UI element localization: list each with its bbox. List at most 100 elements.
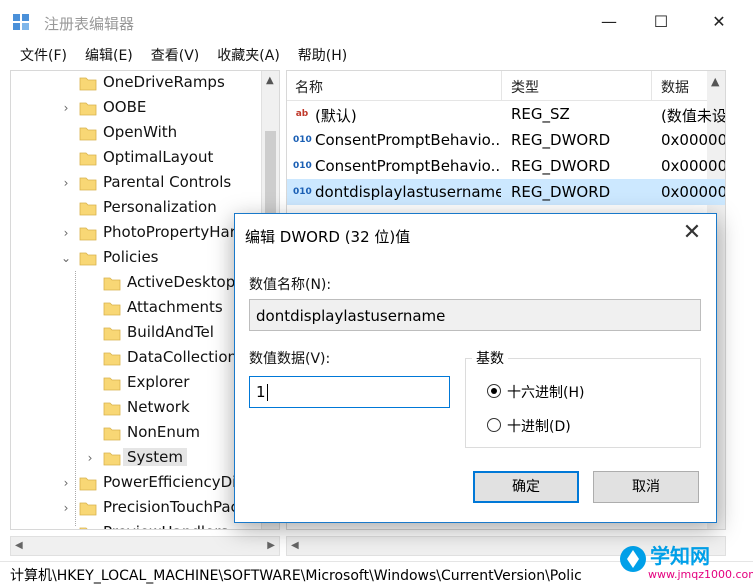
tree-item[interactable]: ⌄ Policies (11, 246, 271, 271)
tree-item[interactable]: › Parental Controls (11, 171, 271, 196)
tree-expander-icon[interactable]: › (59, 226, 73, 240)
folder-icon (103, 377, 121, 391)
watermark-name: 学知网 (650, 544, 710, 568)
tree-expander-icon[interactable] (59, 526, 73, 529)
list-row[interactable]: ab (默认) REG_SZ (数值未设 (287, 101, 725, 127)
tree-expander-icon[interactable] (83, 351, 97, 365)
tree-item[interactable]: DataCollection (11, 346, 271, 371)
tree-item[interactable]: Network (11, 396, 271, 421)
column-separator[interactable] (501, 71, 502, 101)
column-data[interactable]: 数据 (661, 77, 689, 97)
menu-help[interactable]: 帮助(H) (298, 44, 355, 68)
list-row[interactable]: 010 ConsentPromptBehavio... REG_DWORD 0x000… (287, 127, 725, 153)
column-separator[interactable] (651, 71, 652, 101)
tree-item[interactable]: OptimalLayout (11, 146, 271, 171)
maximize-button[interactable]: ☐ (638, 6, 684, 38)
site-watermark: 学知网 www.jmqz1000.com (618, 536, 753, 585)
value-type: REG_SZ (511, 105, 570, 123)
radio-hex[interactable] (487, 384, 501, 398)
tree-item[interactable]: OneDriveRamps (11, 71, 271, 96)
tree-item-label: OneDriveRamps (103, 73, 225, 91)
tree-item[interactable]: OpenWith (11, 121, 271, 146)
tree-expander-icon[interactable] (83, 376, 97, 390)
tree-item-label: OOBE (103, 98, 147, 116)
tree-item-label: PreviewHandlers (103, 523, 228, 529)
tree-expander-icon[interactable] (83, 426, 97, 440)
tree-expander-icon[interactable] (59, 151, 73, 165)
tree-expander-icon[interactable]: › (59, 176, 73, 190)
folder-icon (79, 177, 97, 191)
radio-decimal-label[interactable]: 十进制(D) (507, 416, 571, 436)
value-type: REG_DWORD (511, 131, 611, 149)
tree-expander-icon[interactable] (83, 276, 97, 290)
regedit-app-icon (13, 14, 29, 30)
folder-icon (79, 152, 97, 166)
tree-item[interactable]: NonEnum (11, 421, 271, 446)
column-type[interactable]: 类型 (511, 77, 539, 97)
close-button[interactable]: ✕ (696, 6, 742, 38)
menu-edit[interactable]: 编辑(E) (85, 44, 141, 68)
list-row[interactable]: 010 ConsentPromptBehavio... REG_DWORD 0x000… (287, 153, 725, 179)
tree-expander-icon[interactable]: › (59, 501, 73, 515)
menu-bar: 文件(F) 编辑(E) 查看(V) 收藏夹(A) 帮助(H) (0, 44, 753, 68)
folder-icon (103, 427, 121, 441)
tree-item[interactable]: BuildAndTel (11, 321, 271, 346)
watermark-url: www.jmqz1000.com (648, 568, 753, 581)
tree-item[interactable]: › PowerEfficiencyDia (11, 471, 271, 496)
scroll-left-arrow-icon[interactable]: ◀ (15, 540, 23, 551)
tree-item[interactable]: › PhotoPropertyHar (11, 221, 271, 246)
tree-expander-icon[interactable] (59, 126, 73, 140)
tree-horizontal-scrollbar[interactable]: ◀ ▶ (10, 536, 280, 556)
value-data-input[interactable]: 1 (249, 376, 450, 408)
folder-icon (79, 77, 97, 91)
tree-item-label: ActiveDesktop (127, 273, 236, 291)
tree-item-label: System (123, 448, 187, 466)
folder-icon (103, 452, 121, 466)
tree-expander-icon[interactable] (59, 201, 73, 215)
menu-view[interactable]: 查看(V) (151, 44, 208, 68)
menu-favorites[interactable]: 收藏夹(A) (217, 44, 288, 68)
tree-expander-icon[interactable]: › (83, 451, 97, 465)
list-row[interactable]: 010 dontdisplaylastusername REG_DWORD 0x000… (287, 179, 725, 205)
tree-item-label: Attachments (127, 298, 223, 316)
folder-icon (79, 477, 97, 491)
minimize-button[interactable]: — (586, 6, 632, 38)
tree-expander-icon[interactable] (83, 301, 97, 315)
radio-decimal[interactable] (487, 418, 501, 432)
folder-icon (79, 527, 88, 529)
tree-expander-icon[interactable]: › (59, 476, 73, 490)
tree-expander-icon[interactable] (59, 76, 73, 90)
dword-value-icon: 010 (293, 161, 312, 171)
tree-item[interactable]: PreviewHandlers (11, 521, 271, 529)
tree-item[interactable]: ActiveDesktop (11, 271, 271, 296)
tree-expander-icon[interactable]: › (59, 101, 73, 115)
radio-hex-label[interactable]: 十六进制(H) (507, 382, 584, 402)
tree-expander-icon[interactable] (83, 401, 97, 415)
tree-item-label: BuildAndTel (127, 323, 214, 341)
scroll-up-arrow-icon[interactable]: ▲ (711, 75, 719, 88)
base-group-title: 基数 (472, 348, 508, 368)
value-name: dontdisplaylastusername (315, 183, 501, 201)
value-type: REG_DWORD (511, 183, 611, 201)
tree-item-label: OptimalLayout (103, 148, 214, 166)
menu-file[interactable]: 文件(F) (20, 44, 75, 68)
cancel-button[interactable]: 取消 (593, 471, 699, 503)
tree-item-label: OpenWith (103, 123, 178, 141)
tree-item[interactable]: Explorer (11, 371, 271, 396)
column-name[interactable]: 名称 (295, 77, 323, 97)
tree-item[interactable]: Personalization (11, 196, 271, 221)
folder-icon (103, 402, 121, 416)
dialog-close-icon[interactable]: ✕ (680, 220, 704, 245)
scroll-left-arrow-icon[interactable]: ◀ (291, 540, 299, 551)
string-value-icon: ab (295, 109, 309, 119)
tree-item[interactable]: Attachments (11, 296, 271, 321)
value-name: ConsentPromptBehavio... (315, 157, 501, 175)
tree-item[interactable]: › OOBE (11, 96, 271, 121)
scroll-right-arrow-icon[interactable]: ▶ (267, 540, 275, 551)
tree-item[interactable]: › PrecisionTouchPac (11, 496, 271, 521)
tree-expander-icon[interactable]: ⌄ (59, 251, 73, 265)
folder-icon (103, 352, 121, 366)
tree-expander-icon[interactable] (83, 326, 97, 340)
tree-item[interactable]: › System (11, 446, 271, 471)
ok-button[interactable]: 确定 (473, 471, 579, 503)
